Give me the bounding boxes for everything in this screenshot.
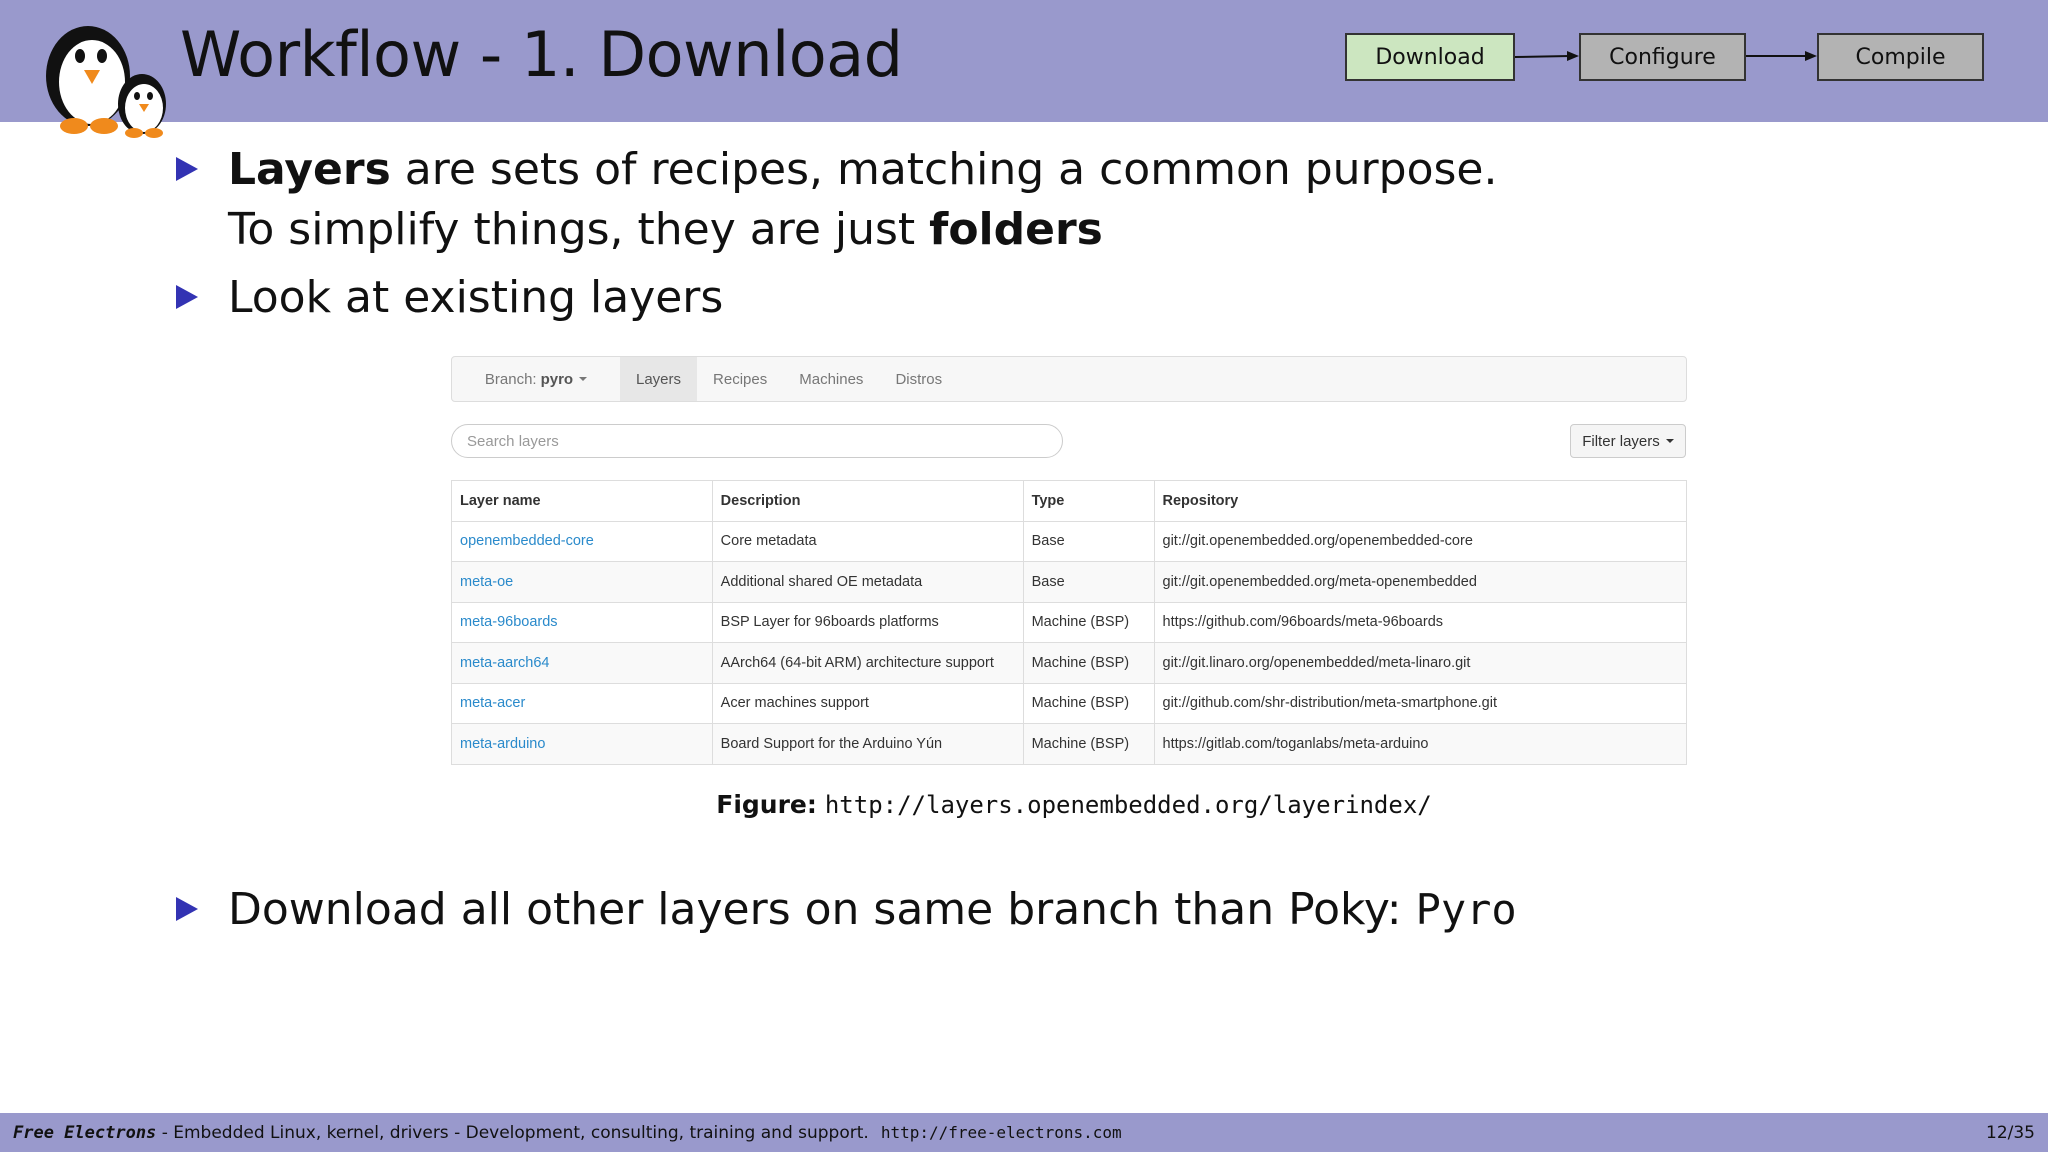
layer-description: Board Support for the Arduino Yún — [711, 723, 1024, 765]
branch-name-mono: Pyro — [1415, 885, 1517, 934]
layer-description: Core metadata — [711, 520, 1024, 562]
col-type[interactable]: Type — [1022, 480, 1155, 522]
figure-label: Figure: — [716, 790, 817, 819]
layerindex-screenshot: Branch: pyro Layers Recipes Machines Dis… — [450, 356, 1688, 766]
branch-label: Branch: — [484, 370, 537, 388]
figure-caption: Figure: http://layers.openembedded.org/l… — [0, 790, 2048, 819]
footer-tagline: - Embedded Linux, kernel, drivers - Deve… — [156, 1123, 869, 1143]
layerindex-navbar: Branch: pyro Layers Recipes Machines Dis… — [451, 356, 1687, 402]
table-header-row: Layer name Description Type Repository — [451, 480, 1688, 522]
table-row: meta-96boards BSP Layer for 96boards pla… — [451, 601, 1688, 643]
tab-recipes[interactable]: Recipes — [697, 357, 783, 401]
col-repository[interactable]: Repository — [1153, 480, 1688, 522]
layer-name-link[interactable]: meta-arduino — [451, 723, 713, 765]
tab-distros[interactable]: Distros — [879, 357, 958, 401]
layer-repository: git://git.openembedded.org/openembedded-… — [1153, 520, 1688, 562]
layer-name-link[interactable]: meta-oe — [451, 561, 713, 603]
layer-name-link[interactable]: meta-aarch64 — [451, 642, 713, 684]
search-layers-input[interactable]: Search layers — [451, 424, 1063, 458]
layer-repository: https://gitlab.com/toganlabs/meta-arduin… — [1153, 723, 1688, 765]
figure-url: http://layers.openembedded.org/layerinde… — [824, 791, 1432, 819]
filter-layers-button[interactable]: Filter layers — [1570, 424, 1686, 458]
page-number: 12/35 — [1986, 1123, 2035, 1143]
col-description[interactable]: Description — [711, 480, 1024, 522]
layer-name-link[interactable]: openembedded-core — [451, 520, 713, 562]
bullet-triangle-icon — [176, 897, 198, 921]
layer-name-link[interactable]: meta-acer — [451, 682, 713, 724]
layer-repository: https://github.com/96boards/meta-96board… — [1153, 601, 1688, 643]
penguins-logo-icon — [46, 26, 166, 138]
workflow-compile-box: Compile — [1817, 33, 1984, 81]
branch-dropdown[interactable]: Branch: pyro — [452, 357, 620, 401]
footer-brand: Free Electrons — [13, 1123, 157, 1143]
workflow-configure-box: Configure — [1579, 33, 1746, 81]
footer-url[interactable]: http://free-electrons.com — [881, 1123, 1122, 1142]
table-row: openembedded-core Core metadata Base git… — [451, 520, 1688, 562]
layer-type: Base — [1022, 520, 1155, 562]
layers-table: Layer name Description Type Repository o… — [451, 480, 1688, 765]
layer-repository: git://git.linaro.org/openembedded/meta-l… — [1153, 642, 1688, 684]
layer-description: Acer machines support — [711, 682, 1024, 724]
layer-type: Base — [1022, 561, 1155, 603]
layer-description: BSP Layer for 96boards platforms — [711, 601, 1024, 643]
bullet-download-text: Download all other layers on same branch… — [228, 884, 1416, 935]
filter-layers-label: Filter layers — [1582, 432, 1660, 450]
layer-type: Machine (BSP) — [1022, 682, 1155, 724]
table-row: meta-aarch64 AArch64 (64-bit ARM) archit… — [451, 642, 1688, 684]
bullet-layers-continuation: To simplify things, they are just folder… — [228, 204, 1103, 255]
slide-title: Workflow - 1. Download — [180, 18, 903, 91]
tab-layers[interactable]: Layers — [620, 357, 698, 401]
table-row: meta-acer Acer machines support Machine … — [451, 682, 1688, 724]
footer-text: Free Electrons - Embedded Linux, kernel,… — [13, 1123, 1122, 1143]
table-row: meta-oe Additional shared OE metadata Ba… — [451, 561, 1688, 603]
bullet-folders-bold: folders — [929, 204, 1103, 255]
caret-down-icon — [1665, 439, 1674, 443]
table-row: meta-arduino Board Support for the Ardui… — [451, 723, 1688, 765]
tab-machines[interactable]: Machines — [783, 357, 879, 401]
caret-down-icon — [579, 377, 588, 381]
layer-description: AArch64 (64-bit ARM) architecture suppor… — [711, 642, 1024, 684]
layer-repository: git://git.openembedded.org/meta-openembe… — [1153, 561, 1688, 603]
layer-type: Machine (BSP) — [1022, 601, 1155, 643]
layer-description: Additional shared OE metadata — [711, 561, 1024, 603]
bullet-look-text: Look at existing layers — [228, 272, 724, 323]
layer-repository: git://github.com/shr-distribution/meta-s… — [1153, 682, 1688, 724]
footer-band: Free Electrons - Embedded Linux, kernel,… — [0, 1113, 2048, 1152]
workflow-download-box: Download — [1345, 33, 1515, 81]
bullet-layers-cont-text: To simplify things, they are just — [228, 204, 930, 255]
bullet-layers-text: are sets of recipes, matching a common p… — [390, 144, 1498, 195]
col-layer-name[interactable]: Layer name — [451, 480, 713, 522]
branch-value: pyro — [540, 370, 574, 388]
header-band: Workflow - 1. Download Download Configur… — [0, 0, 2048, 138]
bullet-layers-bold: Layers — [228, 144, 391, 195]
bullet-triangle-icon — [176, 285, 198, 309]
layer-type: Machine (BSP) — [1022, 642, 1155, 684]
layer-name-link[interactable]: meta-96boards — [451, 601, 713, 643]
layer-type: Machine (BSP) — [1022, 723, 1155, 765]
bullet-triangle-icon — [176, 157, 198, 181]
